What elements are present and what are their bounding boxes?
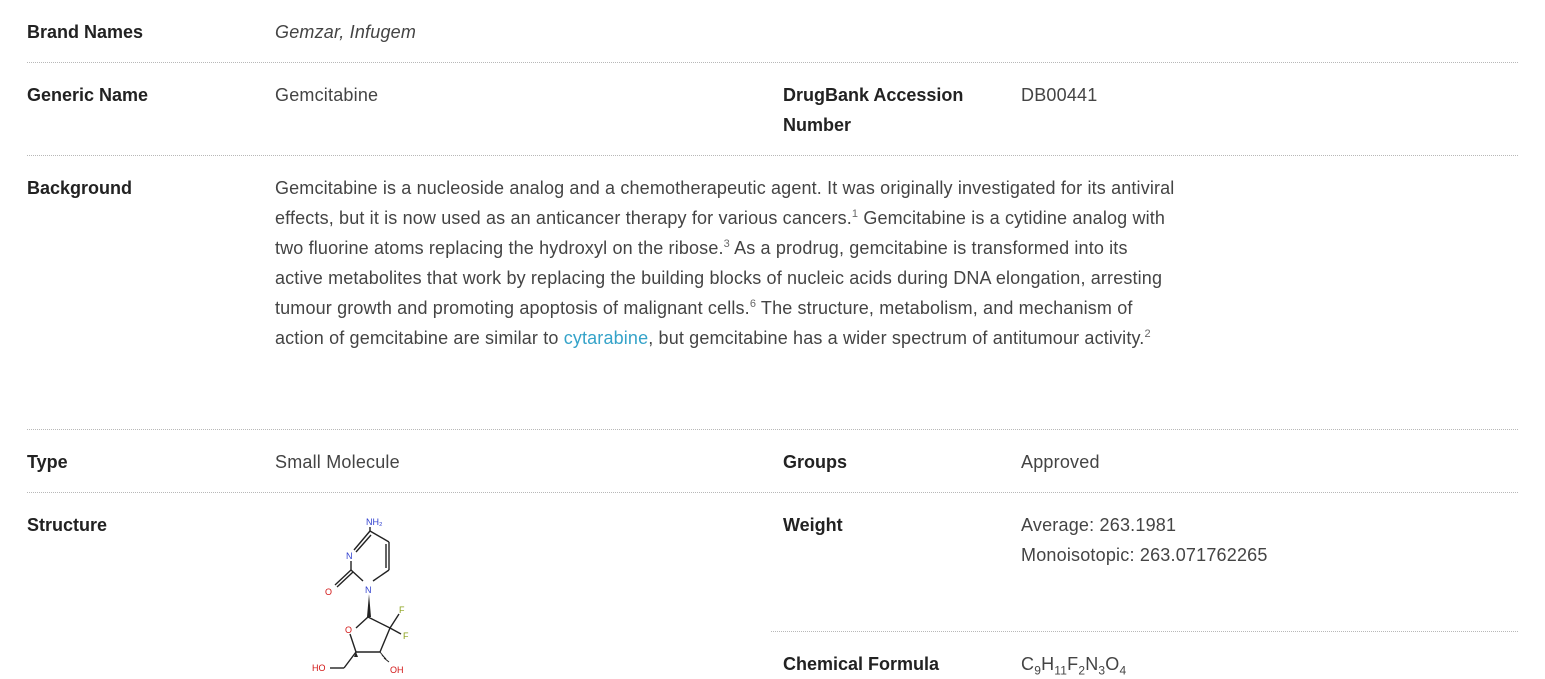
row-divider [27,155,1518,156]
atom-nh2: NH₂ [366,517,383,527]
accession-label-line2: Number [783,115,852,135]
generic-name-label: Generic Name [27,85,149,105]
weight-label: Weight [783,515,843,535]
brand-names-label: Brand Names [27,22,144,42]
atom-f1: F [399,605,405,615]
row-divider [27,492,1518,493]
row-divider [27,429,1518,430]
accession-value: DB00441 [1021,85,1098,105]
atom-n1: N [365,585,372,595]
atom-f2: F [403,631,409,641]
groups-value: Approved [1021,452,1100,472]
atom-carbonyl-o: O [325,587,332,597]
generic-name-value: Gemcitabine [275,85,379,105]
background-label: Background [27,178,133,198]
atom-n3: N [346,551,353,561]
weight-average: Average: 263.1981 [1021,515,1177,535]
row-divider [27,62,1518,63]
weight-monoisotopic: Monoisotopic: 263.071762265 [1021,545,1268,565]
accession-label: DrugBank Accession Number [783,80,963,140]
cytarabine-link[interactable]: cytarabine [564,328,649,348]
brand-names-value: Gemzar, Infugem [275,22,417,42]
groups-label: Groups [783,452,848,472]
atom-oh: OH [390,665,404,675]
atom-ring-o: O [345,625,352,635]
chemical-formula-value: C9H11F2N3O4 [1021,654,1127,678]
structure-label: Structure [27,515,108,535]
type-value: Small Molecule [275,452,400,472]
atom-ho: HO [312,663,326,673]
structure-image[interactable]: NH₂ N N O O F F HO OH [300,510,420,677]
row-divider [771,631,1518,632]
background-text: Gemcitabine is a nucleoside analog and a… [275,178,1175,348]
type-label: Type [27,452,68,472]
chemical-formula-label: Chemical Formula [783,654,940,674]
accession-label-line1: DrugBank Accession [783,85,964,105]
reference-2[interactable]: 2 [1144,328,1150,340]
